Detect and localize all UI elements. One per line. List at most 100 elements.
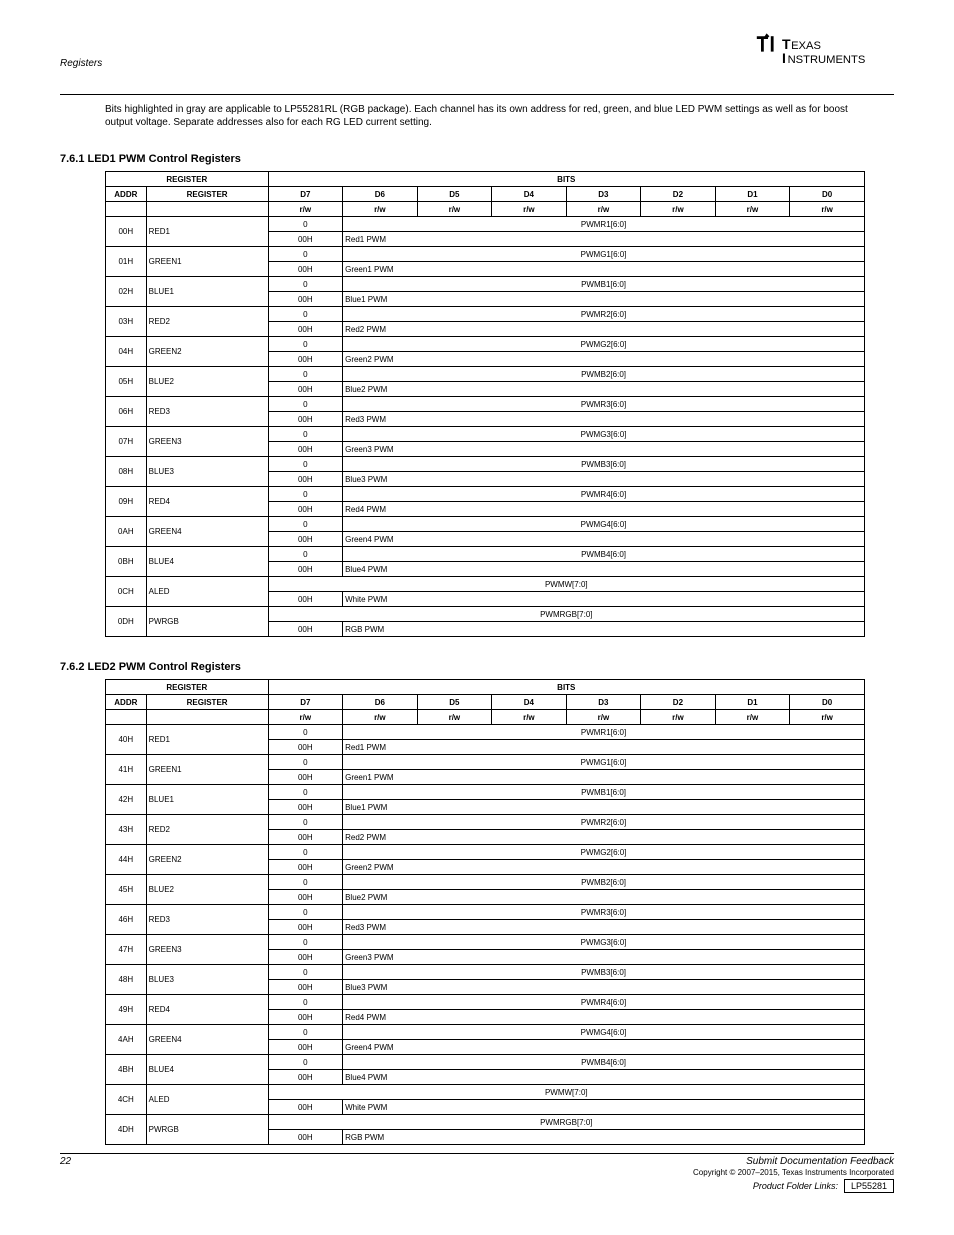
cell-reserved: 0: [268, 247, 343, 262]
cell-addr: 4AH: [106, 1025, 147, 1055]
cell-reserved: 0: [268, 725, 343, 740]
cell-reserved: 0: [268, 277, 343, 292]
cell-default: 00H: [268, 920, 343, 935]
cell-description: Red3 PWM: [343, 920, 865, 935]
col-register-group: REGISTER: [106, 680, 269, 695]
col-bit: D1: [715, 187, 790, 202]
cell-symbol: PWMW[7:0]: [268, 577, 864, 592]
cell-register: BLUE2: [146, 367, 268, 397]
cell-symbol: PWMR2[6:0]: [343, 307, 865, 322]
cell-symbol: PWMRGB[7:0]: [268, 1115, 864, 1130]
cell-description: Red2 PWM: [343, 322, 865, 337]
cell-register: BLUE3: [146, 457, 268, 487]
cell-default: 00H: [268, 262, 343, 277]
intro-paragraph: Bits highlighted in gray are applicable …: [105, 103, 865, 129]
cell-default: 00H: [268, 770, 343, 785]
cell-symbol: PWMB3[6:0]: [343, 965, 865, 980]
cell-description: Red4 PWM: [343, 1010, 865, 1025]
cell-description: Blue4 PWM: [343, 1070, 865, 1085]
cell-symbol: PWMR1[6:0]: [343, 725, 865, 740]
cell-reserved: 0: [268, 457, 343, 472]
cell-reserved: 0: [268, 547, 343, 562]
cell-symbol: PWMW[7:0]: [268, 1085, 864, 1100]
page-header: Registers T EXAS I NSTRUMENTS: [60, 30, 894, 90]
cell-description: Blue1 PWM: [343, 292, 865, 307]
cell-register: GREEN3: [146, 427, 268, 457]
cell-description: Green4 PWM: [343, 1040, 865, 1055]
cell-default: 00H: [268, 292, 343, 307]
col-bit: D1: [715, 695, 790, 710]
cell-register: BLUE3: [146, 965, 268, 995]
cell-default: 00H: [268, 1100, 343, 1115]
cell-addr: 0DH: [106, 607, 147, 637]
cell-description: Green2 PWM: [343, 352, 865, 367]
led1-pwm-table: REGISTERBITSADDRREGISTERD7D6D5D4D3D2D1D0…: [105, 171, 865, 637]
col-rw: r/w: [715, 202, 790, 217]
cell-addr: 42H: [106, 785, 147, 815]
cell-addr: 40H: [106, 725, 147, 755]
cell-symbol: PWMG3[6:0]: [343, 427, 865, 442]
cell-default: 00H: [268, 1070, 343, 1085]
col-bits-group: BITS: [268, 680, 864, 695]
cell-addr: 46H: [106, 905, 147, 935]
col-bit: D6: [343, 187, 418, 202]
cell-default: 00H: [268, 442, 343, 457]
cell-register: BLUE4: [146, 1055, 268, 1085]
footer-page-number: 22: [60, 1156, 71, 1167]
cell-symbol: PWMRGB[7:0]: [268, 607, 864, 622]
cell-reserved: 0: [268, 1025, 343, 1040]
cell-symbol: PWMR4[6:0]: [343, 995, 865, 1010]
cell-symbol: PWMG1[6:0]: [343, 247, 865, 262]
col-rw: r/w: [343, 710, 418, 725]
col-addr: ADDR: [106, 695, 147, 710]
cell-description: Green2 PWM: [343, 860, 865, 875]
svg-text:EXAS: EXAS: [791, 40, 821, 52]
col-rw: r/w: [417, 202, 492, 217]
cell-reserved: 0: [268, 875, 343, 890]
cell-reserved: 0: [268, 427, 343, 442]
col-bit: D0: [790, 187, 865, 202]
cell-description: RGB PWM: [343, 1130, 865, 1145]
cell-default: 00H: [268, 412, 343, 427]
cell-description: Blue2 PWM: [343, 890, 865, 905]
svg-text:NSTRUMENTS: NSTRUMENTS: [788, 54, 866, 66]
cell-addr: 45H: [106, 875, 147, 905]
header-rule: [60, 94, 894, 95]
footer-product-label: Product Folder Links:: [753, 1181, 838, 1191]
col-blank: [106, 202, 147, 217]
col-rw: r/w: [566, 710, 641, 725]
page-footer: 22 Submit Documentation Feedback Copyrig…: [60, 1153, 894, 1193]
cell-reserved: 0: [268, 935, 343, 950]
col-bit: D3: [566, 187, 641, 202]
cell-symbol: PWMR2[6:0]: [343, 815, 865, 830]
section2-heading: 7.6.2 LED2 PWM Control Registers: [60, 661, 894, 673]
cell-default: 00H: [268, 1130, 343, 1145]
cell-register: RED3: [146, 905, 268, 935]
footer-feedback-link[interactable]: Submit Documentation Feedback: [746, 1156, 894, 1167]
cell-reserved: 0: [268, 965, 343, 980]
footer-product-link[interactable]: LP55281: [844, 1179, 894, 1193]
cell-description: Blue1 PWM: [343, 800, 865, 815]
col-rw: r/w: [492, 202, 567, 217]
cell-addr: 4CH: [106, 1085, 147, 1115]
cell-symbol: PWMR1[6:0]: [343, 217, 865, 232]
cell-default: 00H: [268, 382, 343, 397]
cell-reserved: 0: [268, 367, 343, 382]
cell-default: 00H: [268, 1040, 343, 1055]
cell-description: Green1 PWM: [343, 770, 865, 785]
col-bit: D4: [492, 187, 567, 202]
cell-default: 00H: [268, 532, 343, 547]
cell-description: RGB PWM: [343, 622, 865, 637]
col-bit: D7: [268, 695, 343, 710]
cell-addr: 4DH: [106, 1115, 147, 1145]
cell-description: Green3 PWM: [343, 442, 865, 457]
cell-default: 00H: [268, 980, 343, 995]
cell-default: 00H: [268, 352, 343, 367]
cell-default: 00H: [268, 800, 343, 815]
footer-copyright: Copyright © 2007–2015, Texas Instruments…: [60, 1168, 894, 1177]
cell-description: Red1 PWM: [343, 740, 865, 755]
col-bit: D2: [641, 187, 716, 202]
cell-register: GREEN2: [146, 337, 268, 367]
cell-addr: 05H: [106, 367, 147, 397]
svg-text:I: I: [782, 50, 786, 66]
